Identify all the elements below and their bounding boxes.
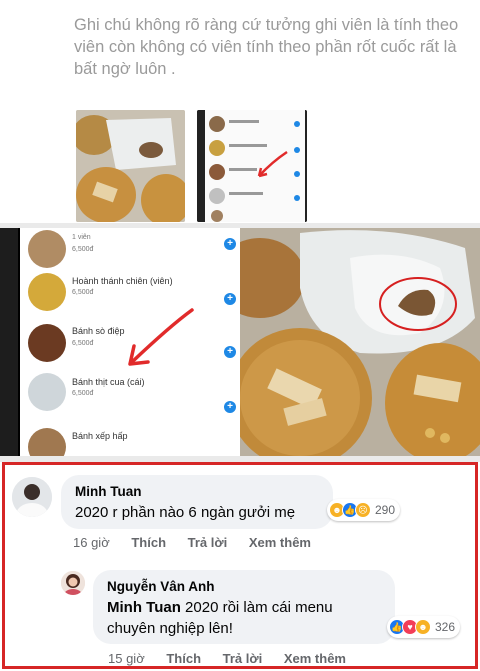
menu-item-price: 6,500đ: [72, 246, 94, 253]
menu-photo[interactable]: 1 viên 6,500đ + Hoành thánh chiên (viên)…: [0, 228, 240, 456]
add-item-icon[interactable]: +: [224, 293, 236, 305]
like-button[interactable]: Thích: [131, 535, 166, 550]
food-image: [28, 373, 66, 411]
avatar[interactable]: [12, 477, 52, 517]
comment-actions: 15 giờ Thích Trả lời Xem thêm: [108, 651, 364, 666]
menu-item-name: Bánh xếp hấp: [72, 431, 128, 441]
reply-button[interactable]: Trả lời: [223, 651, 263, 666]
reaction-count: 290: [375, 503, 396, 517]
mention-link[interactable]: Minh Tuan: [107, 599, 181, 616]
comment-text: Minh Tuan 2020 rồi làm cái menu chuyên n…: [107, 597, 387, 639]
menu-item-name: Hoành thánh chiên (viên): [72, 276, 173, 286]
comment-text: 2020 r phần nào 6 ngàn gưởi mẹ: [75, 504, 296, 521]
comment-actions: 16 giờ Thích Trả lời Xem thêm: [73, 535, 329, 550]
reply-button[interactable]: Trả lời: [188, 535, 228, 550]
food-image: [28, 324, 66, 362]
see-more-button[interactable]: Xem thêm: [284, 651, 346, 666]
see-more-button[interactable]: Xem thêm: [249, 535, 311, 550]
comment-text-line: chuyên nghiệp lên!: [107, 620, 233, 637]
menu-item: Bánh xếp hấp: [20, 424, 240, 456]
food-image: [28, 273, 66, 311]
reaction-summary[interactable]: ☻ 👍 ☹ 290: [327, 499, 401, 521]
add-item-icon[interactable]: +: [224, 238, 236, 250]
food-image: [28, 428, 66, 456]
comment-author[interactable]: Nguyễn Vân Anh: [107, 579, 215, 594]
red-arrow-icon: [128, 308, 194, 366]
food-photo[interactable]: [240, 228, 480, 456]
menu-item-unit: 1 viên: [72, 234, 91, 241]
menu-item-name: Bánh sò điệp: [72, 326, 125, 336]
food-image: [28, 230, 66, 268]
menu-item-price: 6,500đ: [72, 340, 94, 347]
food-thumbnail[interactable]: [76, 110, 185, 222]
add-item-icon[interactable]: +: [224, 346, 236, 358]
sad-reaction-icon: ☹: [355, 502, 371, 518]
comment-bubble: Minh Tuan 2020 r phần nào 6 ngàn gưởi mẹ: [61, 475, 333, 529]
add-item-icon[interactable]: +: [224, 401, 236, 413]
menu-thumbnail[interactable]: [197, 110, 307, 222]
comment-bubble: Nguyễn Vân Anh Minh Tuan 2020 rồi làm cá…: [93, 570, 395, 644]
comment-time[interactable]: 16 giờ: [73, 535, 110, 550]
comments-highlight-box: Minh Tuan 2020 r phần nào 6 ngàn gưởi mẹ…: [2, 462, 478, 669]
post-text: Ghi chú không rõ ràng cứ tưởng ghi viên …: [74, 16, 459, 78]
comment-time[interactable]: 15 giờ: [108, 651, 145, 666]
reaction-summary[interactable]: 👍 ♥ ☻ 326: [387, 616, 461, 638]
menu-screen: 1 viên 6,500đ + Hoành thánh chiên (viên)…: [18, 228, 240, 456]
comment-author[interactable]: Minh Tuan: [75, 484, 142, 499]
comment-text-line: 2020 rồi làm cái menu: [180, 599, 333, 616]
menu-item-price: 6,500đ: [72, 289, 94, 296]
menu-item-price: 6,500đ: [72, 390, 94, 397]
reaction-count: 326: [435, 620, 456, 634]
avatar[interactable]: [61, 571, 85, 595]
like-button[interactable]: Thích: [166, 651, 201, 666]
haha-reaction-icon: ☻: [415, 619, 431, 635]
menu-item-name: Bánh thịt cua (cái): [72, 377, 145, 387]
